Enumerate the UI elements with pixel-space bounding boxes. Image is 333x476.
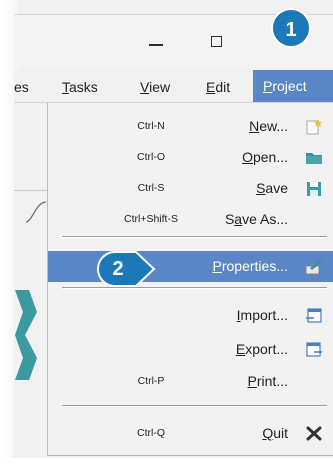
menu-view[interactable]: View — [140, 78, 170, 98]
shortcut-label: Ctrl-N — [137, 120, 165, 132]
menu-row-save-as[interactable]: Ctrl+Shift-S Save As... — [48, 204, 333, 235]
menu-item-label: Open... — [242, 149, 288, 165]
menu-item-label: New... — [249, 118, 288, 134]
menu-row-import[interactable]: Import... — [48, 300, 333, 331]
menu-row-open[interactable]: Ctrl-O Open... — [48, 142, 333, 173]
menu-row-quit[interactable]: Ctrl-Q Quit — [48, 418, 333, 449]
menu-project[interactable]: Project — [253, 70, 333, 102]
menu-edit[interactable]: Edit — [206, 78, 230, 98]
menu-item-label: Save As... — [224, 211, 288, 227]
export-icon — [306, 342, 322, 357]
minimize-icon[interactable] — [149, 44, 163, 46]
background-divider — [14, 190, 48, 191]
menu-row-properties[interactable]: Properties... — [48, 251, 333, 282]
menu-item-label: Save — [256, 180, 288, 196]
properties-icon — [305, 260, 322, 275]
shortcut-label: Ctrl-O — [137, 151, 165, 163]
shortcut-label: Ctrl-S — [137, 182, 165, 194]
menu-separator-highlight — [62, 406, 327, 407]
menu-row-save[interactable]: Ctrl-S Save — [48, 173, 333, 204]
menu-row-print[interactable]: Ctrl-P Print... — [48, 366, 333, 397]
menu-tasks[interactable]: Tasks — [62, 78, 98, 98]
import-icon — [306, 308, 322, 323]
menu-item-label: Export... — [235, 341, 288, 357]
page-bottom-margin — [0, 458, 333, 476]
open-folder-icon — [306, 153, 322, 164]
shortcut-label: Ctrl+Shift-S — [124, 213, 178, 225]
background-chevron-shape — [15, 290, 37, 380]
shortcut-label: Ctrl-Q — [137, 427, 165, 439]
menu-row-export[interactable]: Export... — [48, 334, 333, 365]
menu-item-label: Import... — [236, 307, 288, 323]
step-badge-1: 1 — [271, 8, 311, 48]
menu-item-partial[interactable]: es — [14, 78, 29, 98]
shortcut-label: Ctrl-P — [137, 375, 165, 387]
background-panel — [14, 103, 50, 458]
menu-separator-highlight — [62, 288, 327, 289]
maximize-icon[interactable] — [211, 36, 222, 47]
step-badge-2: 2 — [112, 258, 124, 280]
quit-icon — [306, 426, 322, 441]
menu-item-label: Print... — [247, 373, 288, 389]
menu-item-label: Quit — [262, 425, 288, 441]
save-icon — [307, 182, 321, 196]
new-project-icon — [306, 119, 322, 135]
menu-item-label: Properties... — [212, 258, 288, 274]
background-curve-icon — [25, 201, 47, 223]
menu-row-new[interactable]: Ctrl-N New... — [48, 111, 333, 142]
menu-separator-highlight — [62, 237, 327, 238]
